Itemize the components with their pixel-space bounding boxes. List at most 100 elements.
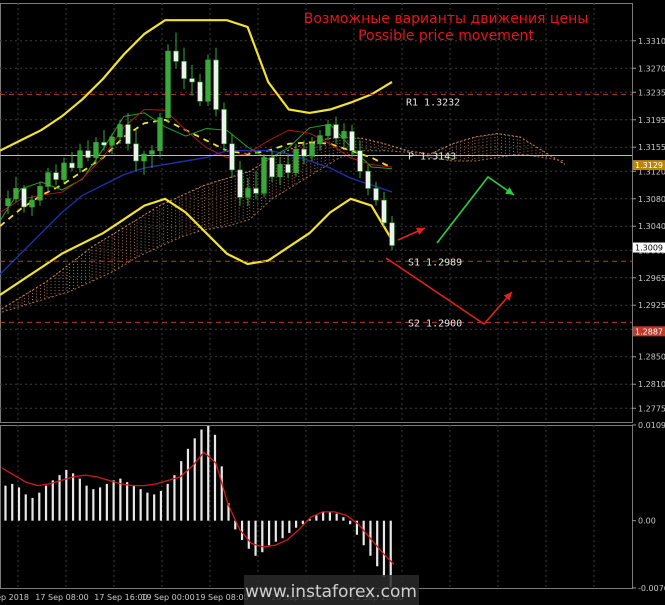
candle-body bbox=[21, 188, 27, 208]
macd-tick-label: 0.01092 bbox=[638, 421, 665, 430]
candle-body bbox=[389, 222, 395, 246]
candle-body bbox=[173, 50, 179, 62]
macd-bar bbox=[247, 520, 250, 549]
candle-body bbox=[141, 153, 147, 162]
macd-bar bbox=[376, 520, 379, 567]
macd-bar bbox=[207, 426, 210, 521]
candle-body bbox=[109, 136, 115, 146]
candle-body bbox=[245, 188, 251, 198]
candle-body bbox=[37, 186, 43, 201]
macd-tick-label: 0.00 bbox=[638, 517, 656, 526]
macd-bar bbox=[65, 469, 68, 521]
macd-bar bbox=[267, 520, 271, 546]
macd-bar bbox=[220, 466, 223, 521]
macd-bar bbox=[200, 429, 203, 521]
macd-bar bbox=[24, 494, 27, 521]
macd-bar bbox=[112, 480, 115, 521]
price-pane-frame bbox=[0, 3, 633, 423]
macd-bar bbox=[11, 483, 14, 521]
candle-body bbox=[165, 50, 171, 119]
price-tag-label: 1.2887 bbox=[635, 327, 663, 336]
macd-bar bbox=[119, 478, 122, 521]
price-tick-label: 1.2850 bbox=[638, 353, 665, 362]
candle-body bbox=[253, 188, 259, 194]
macd-bar bbox=[322, 511, 325, 521]
macd-bar bbox=[85, 485, 88, 521]
candle-body bbox=[373, 188, 379, 201]
macd-bar bbox=[254, 520, 257, 556]
macd-bar bbox=[301, 520, 304, 525]
candle-body bbox=[117, 124, 123, 138]
level-label-s2: S2 1.2900 bbox=[408, 318, 462, 329]
candle-body bbox=[349, 131, 355, 151]
candle-body bbox=[77, 150, 83, 169]
macd-bar bbox=[38, 492, 41, 521]
macd-pane-frame bbox=[0, 425, 633, 589]
candle-body bbox=[333, 124, 339, 139]
candle-body bbox=[101, 142, 107, 146]
bollinger-bands bbox=[0, 19, 393, 296]
price-tick-label: 1.3235 bbox=[638, 88, 665, 97]
candle-body bbox=[357, 150, 363, 172]
candle-body bbox=[261, 157, 267, 194]
macd-bar bbox=[328, 511, 331, 521]
candle-body bbox=[149, 150, 155, 155]
ichimoku-cloud bbox=[1, 132, 566, 313]
chart-title: Возможные варианты движения цены bbox=[304, 11, 589, 27]
macd-bar bbox=[274, 520, 277, 542]
arrow-green-up bbox=[436, 175, 515, 244]
macd-bar bbox=[349, 520, 352, 525]
price-tick-label: 1.2925 bbox=[638, 301, 665, 310]
candle-body bbox=[325, 124, 331, 136]
candle-body bbox=[317, 135, 323, 145]
candle-body bbox=[157, 117, 163, 151]
price-tag-label: 1.3129 bbox=[635, 161, 663, 170]
time-tick-label: 17 Sep 16:00 bbox=[94, 593, 147, 602]
macd-bar bbox=[99, 487, 102, 521]
macd-bar bbox=[132, 485, 135, 521]
price-tick-label: 1.2965 bbox=[638, 274, 665, 283]
candle-body bbox=[85, 150, 91, 158]
time-tick-label: 19 Sep 08:00 bbox=[195, 593, 248, 602]
candle-body bbox=[381, 199, 387, 224]
macd-bar bbox=[126, 482, 129, 521]
tenkan-line bbox=[0, 112, 393, 221]
candle-body bbox=[213, 59, 219, 110]
candle-body bbox=[13, 188, 19, 200]
macd-signal-line bbox=[1, 451, 395, 565]
arrow-green-up-head bbox=[505, 187, 514, 195]
macd-bar bbox=[139, 489, 142, 521]
price-tick-label: 1.3080 bbox=[638, 195, 665, 204]
price-tag-label: 1.3009 bbox=[635, 244, 663, 253]
candle-body bbox=[181, 61, 187, 79]
candle-body bbox=[5, 198, 11, 206]
level-label-s1: S1 1.2989 bbox=[408, 257, 462, 268]
macd-bar bbox=[31, 497, 34, 521]
price-tick-label: 1.3310 bbox=[638, 37, 665, 46]
level-label-p: P 1.3143 bbox=[408, 151, 456, 162]
macd-bar bbox=[17, 487, 21, 521]
macd-bar bbox=[240, 520, 244, 540]
macd-bar bbox=[180, 461, 183, 521]
level-label-r1: R1 1.3232 bbox=[406, 97, 460, 108]
price-tick-label: 1.2810 bbox=[638, 380, 665, 389]
candle-body bbox=[277, 164, 283, 178]
watermark-text: www.instaforex.com bbox=[245, 582, 417, 602]
candle-body bbox=[293, 149, 299, 173]
macd-bar bbox=[288, 520, 291, 533]
candle-body bbox=[205, 59, 211, 102]
senkou-span-a bbox=[1, 132, 566, 310]
bollinger-upper bbox=[0, 19, 393, 152]
grid-lines bbox=[0, 3, 633, 589]
price-tick-label: 1.2775 bbox=[638, 404, 665, 413]
candle-body bbox=[365, 170, 371, 189]
price-tick-label: 1.3155 bbox=[638, 143, 665, 152]
macd-bar bbox=[78, 478, 81, 521]
candle-body bbox=[269, 157, 275, 178]
candle-body bbox=[69, 162, 75, 169]
macd-histogram bbox=[1, 426, 395, 588]
macd-bar bbox=[213, 434, 217, 521]
candle-body bbox=[229, 143, 235, 171]
price-tick-label: 1.3270 bbox=[638, 64, 665, 73]
macd-bar bbox=[92, 489, 95, 521]
